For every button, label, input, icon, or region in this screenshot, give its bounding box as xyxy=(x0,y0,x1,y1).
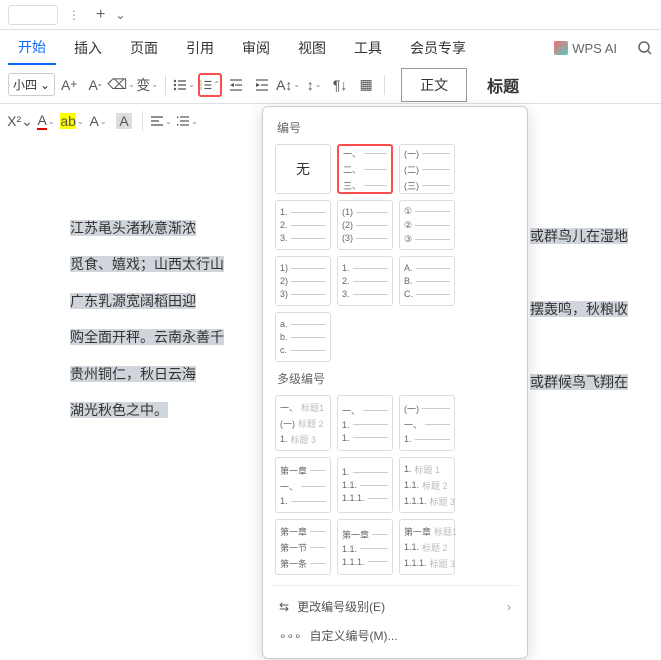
format-chinese-dot[interactable]: 一、 二、 三、 xyxy=(337,144,393,194)
format-arabic-dot[interactable]: 1. 2. 3. xyxy=(275,200,331,250)
document-tabs: ⋮ + ⌄ xyxy=(0,0,661,30)
section-number-title: 编号 xyxy=(271,115,519,140)
doc-line: 贵州铜仁，秋日云海 xyxy=(70,366,196,382)
format-circled[interactable]: ① ② ③ xyxy=(399,200,455,250)
font-color-button[interactable]: A⌄ xyxy=(34,109,58,133)
char-background-button[interactable]: A xyxy=(112,109,136,133)
line-spacing-button[interactable]: ⌄ xyxy=(175,109,199,133)
menu-start[interactable]: 开始 xyxy=(8,31,56,65)
ml-format-4[interactable]: 1.1.1.1.1.1. xyxy=(337,457,393,513)
toolbar-row-1: 小四⌄ A+ A- ⌫⌄ 变⌄ ⌄ 123 ⌃ A↕⌄ ↕⌄ ¶↓ ▦ 正文 标… xyxy=(0,66,661,104)
number-format-grid: 无 一、 二、 三、 (一) (二) (三) 1. 2. 3. (1) (2) … xyxy=(271,140,519,366)
ml-format-3[interactable]: 第一章一、1. xyxy=(275,457,331,513)
doc-line: 觅食、嬉戏；山西太行山 xyxy=(70,256,224,272)
ml-format-0[interactable]: 一、标题1(一)标题 21.标题 3 xyxy=(275,395,331,451)
doc-line: 广东乳源宽阔稻田迎 xyxy=(70,293,196,309)
decrease-font-button[interactable]: A- xyxy=(83,73,107,97)
decrease-indent-button[interactable] xyxy=(224,73,248,97)
tab-menu-dots[interactable]: ⋮ xyxy=(68,8,80,22)
format-lower-alpha[interactable]: a. b. c. xyxy=(275,312,331,362)
text-direction-button[interactable]: A↕⌄ xyxy=(276,73,300,97)
select-all-button[interactable]: ▦ xyxy=(354,73,378,97)
paragraph-mark-button[interactable]: ¶↓ xyxy=(328,73,352,97)
menu-page[interactable]: 页面 xyxy=(120,32,168,64)
document-body[interactable]: 江苏黾头渚秋意渐浓 觅食、嬉戏；山西太行山 广东乳源宽阔稻田迎 购全面开秤。云南… xyxy=(70,210,230,428)
format-none[interactable]: 无 xyxy=(275,144,331,194)
doc-line: 湖光秋色之中。 xyxy=(70,402,168,418)
wps-ai-button[interactable]: WPS AI xyxy=(554,41,617,56)
ml-format-2[interactable]: (一)一、1. xyxy=(399,395,455,451)
chevron-right-icon: › xyxy=(507,600,511,614)
format-paren-close[interactable]: 1) 2) 3) xyxy=(275,256,331,306)
menu-reference[interactable]: 引用 xyxy=(176,32,224,64)
numbering-dropdown: 编号 无 一、 二、 三、 (一) (二) (三) 1. 2. 3. (1) (… xyxy=(262,106,528,659)
char-shading-button[interactable]: A⌄ xyxy=(86,109,110,133)
numbered-list-button[interactable]: 123 ⌃ xyxy=(198,73,222,97)
menu-bar: 开始 插入 页面 引用 审阅 视图 工具 会员专享 WPS AI xyxy=(0,30,661,66)
more-icon: ∘∘∘ xyxy=(279,629,302,643)
multilevel-format-grid: 一、标题1(一)标题 21.标题 3一、1.1.(一)一、1.第一章一、1.1.… xyxy=(271,391,519,579)
bullet-list-button[interactable]: ⌄ xyxy=(172,73,196,97)
change-level-item[interactable]: ⇆ 更改编号级别(E) › xyxy=(271,592,519,621)
ml-format-8[interactable]: 第一章标题11.1.标题 21.1.1.标题 3 xyxy=(399,519,455,575)
svg-text:3: 3 xyxy=(200,86,202,90)
doc-line: 江苏黾头渚秋意渐浓 xyxy=(70,220,196,236)
document-body-right: 或群鸟儿在湿地 摆轰鸣，秋粮收 或群候鸟飞翔在 xyxy=(530,218,628,400)
format-chinese-paren[interactable]: (一) (二) (三) xyxy=(399,144,455,194)
sort-button[interactable]: ↕⌄ xyxy=(302,73,326,97)
custom-numbering-item[interactable]: ∘∘∘ 自定义编号(M)... xyxy=(271,621,519,650)
align-button[interactable]: ⌄ xyxy=(149,109,173,133)
increase-font-button[interactable]: A+ xyxy=(57,73,81,97)
search-icon[interactable] xyxy=(637,40,653,56)
tab-list-chevron[interactable]: ⌄ xyxy=(115,8,125,22)
style-heading[interactable]: 标题 xyxy=(487,73,519,97)
menu-tools[interactable]: 工具 xyxy=(344,32,392,64)
style-normal[interactable]: 正文 xyxy=(401,68,467,102)
active-tab[interactable] xyxy=(8,5,58,25)
increase-indent-button[interactable] xyxy=(250,73,274,97)
format-arabic-dot-2[interactable]: 1. 2. 3. xyxy=(337,256,393,306)
indent-icon: ⇆ xyxy=(279,600,289,614)
menu-insert[interactable]: 插入 xyxy=(64,32,112,64)
section-multilevel-title: 多级编号 xyxy=(271,366,519,391)
ml-format-6[interactable]: 第一章第一节第一条 xyxy=(275,519,331,575)
format-upper-alpha[interactable]: A. B. C. xyxy=(399,256,455,306)
highlight-button[interactable]: ab⌄ xyxy=(60,109,84,133)
new-tab-button[interactable]: + xyxy=(96,6,105,24)
ml-format-5[interactable]: 1.标题 11.1.标题 21.1.1.标题 3 xyxy=(399,457,455,513)
font-size-select[interactable]: 小四⌄ xyxy=(8,73,55,96)
ml-format-1[interactable]: 一、1.1. xyxy=(337,395,393,451)
wps-ai-icon xyxy=(554,41,568,55)
menu-member[interactable]: 会员专享 xyxy=(400,32,476,64)
phonetic-button[interactable]: 变⌄ xyxy=(135,73,159,97)
ml-format-7[interactable]: 第一章1.1.1.1.1. xyxy=(337,519,393,575)
clear-format-button[interactable]: ⌫⌄ xyxy=(109,73,133,97)
menu-view[interactable]: 视图 xyxy=(288,32,336,64)
format-arabic-paren[interactable]: (1) (2) (3) xyxy=(337,200,393,250)
doc-line: 购全面开秤。云南永善千 xyxy=(70,329,224,345)
superscript-sub-button[interactable]: X²⌄ xyxy=(8,109,32,133)
menu-review[interactable]: 审阅 xyxy=(232,32,280,64)
wps-ai-label: WPS AI xyxy=(572,41,617,56)
